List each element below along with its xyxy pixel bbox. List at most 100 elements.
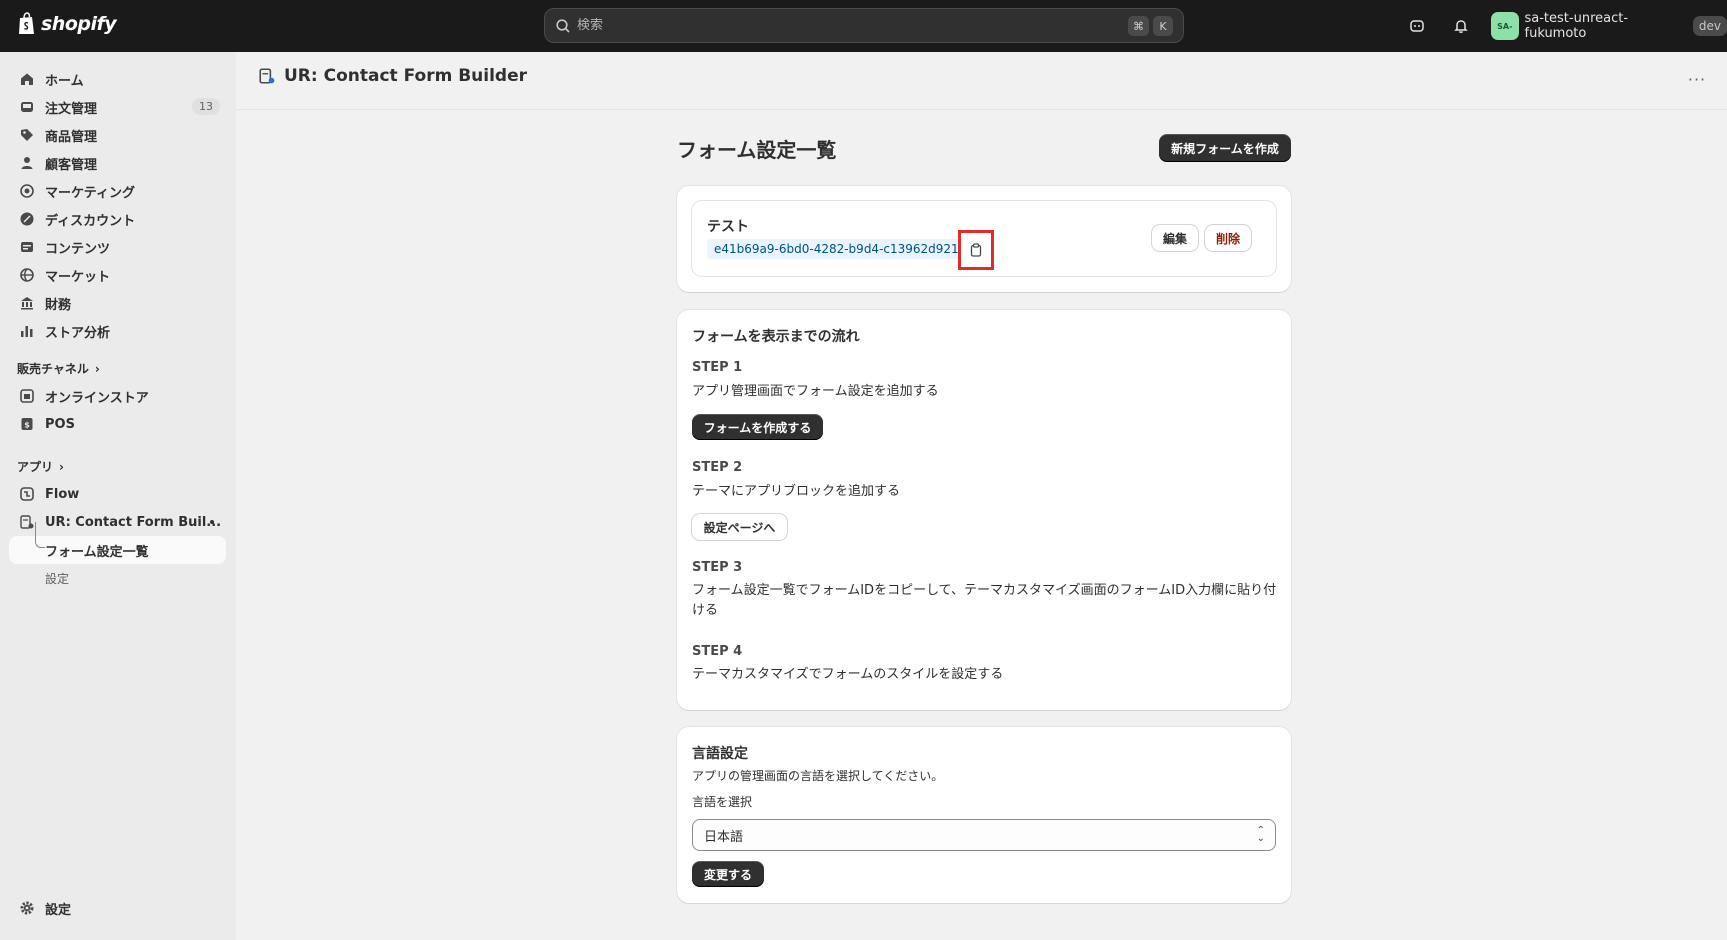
sidebar-subitem-form-list[interactable]: フォーム設定一覧	[9, 522, 226, 564]
sidebar-subitem-label: 設定	[45, 571, 70, 586]
discount-icon	[19, 211, 35, 227]
step4-text: テーマカスタマイズでフォームのスタイルを設定する	[692, 667, 1004, 682]
top-bar: shopify ⌘ K SA- sa-test-unreact-fukumoto…	[0, 0, 1727, 52]
more-actions-icon[interactable]: ···	[1685, 67, 1709, 91]
form-id-chip: e41b69a9-6bd0-4282-b9d4-c13962d921b8	[707, 239, 981, 259]
dev-badge: dev	[1692, 16, 1727, 36]
app-title: UR: Contact Form Builder	[284, 66, 528, 86]
language-description: アプリの管理画面の言語を選択してください。	[692, 769, 944, 783]
language-title: 言語設定	[692, 746, 748, 762]
tag-icon	[19, 127, 35, 143]
sidebar-item-label: 財務	[45, 297, 72, 313]
sidebar-item-customers[interactable]: 顧客管理	[9, 149, 226, 177]
sidebar-item-label: 商品管理	[45, 129, 98, 145]
step2-text: テーマにアプリブロックを追加する	[692, 484, 901, 499]
store-name: sa-test-unreact-fukumoto	[1524, 11, 1629, 41]
sidebar-item-markets[interactable]: マーケット	[9, 261, 226, 289]
bell-icon[interactable]	[1449, 14, 1473, 38]
store-avatar: SA-	[1491, 12, 1519, 40]
sidebar-subitem-label: フォーム設定一覧	[45, 544, 149, 560]
sidebar-item-label: UR: Contact Form Buil...	[45, 514, 222, 530]
store-menu[interactable]: SA- sa-test-unreact-fukumoto dev	[1491, 11, 1727, 41]
settings-page-button[interactable]: 設定ページへ	[692, 514, 787, 540]
sidekick-icon[interactable]	[1405, 14, 1429, 38]
sidebar-subitem-settings[interactable]: 設定	[9, 564, 226, 592]
sidebar-item-pos[interactable]: $ POS	[9, 410, 226, 438]
step3-text: フォーム設定一覧でフォームIDをコピーして、テーマカスタマイズ画面のフォームID…	[692, 583, 1277, 618]
sidebar-item-label: マーケティング	[45, 185, 135, 201]
create-form-button[interactable]: 新規フォームを作成	[1159, 134, 1291, 162]
form-list-card: テスト e41b69a9-6bd0-4282-b9d4-c13962d921b8…	[677, 186, 1291, 292]
sidebar-item-label: ホーム	[45, 73, 84, 89]
chevron-right-icon: ›	[94, 361, 100, 376]
delete-button[interactable]: 削除	[1205, 225, 1251, 251]
sidebar-item-analytics[interactable]: ストア分析	[9, 317, 226, 345]
sidebar: ホーム 注文管理 13 商品管理 顧客管理 マーケティング ディスカウント コン…	[0, 52, 236, 940]
form-app-icon	[259, 68, 275, 84]
active-app-dot	[210, 520, 214, 524]
apps-label: アプリ	[17, 460, 54, 474]
search-input[interactable]	[577, 18, 1097, 33]
step1-text: アプリ管理画面でフォーム設定を追加する	[692, 384, 939, 399]
content-icon	[19, 239, 35, 255]
select-chevrons-icon: ⌃ ⌄	[1256, 825, 1265, 844]
target-icon	[19, 183, 35, 199]
brand-name: shopify	[41, 13, 117, 35]
shortcut-cmd-key: ⌘	[1128, 16, 1149, 36]
clipboard-icon	[970, 243, 982, 257]
sidebar-item-label: 注文管理	[45, 101, 98, 117]
sidebar-item-online-store[interactable]: オンラインストア	[9, 382, 226, 410]
sidebar-item-label: Flow	[45, 486, 80, 502]
sidebar-item-label: ディスカウント	[45, 213, 136, 229]
sidebar-item-label: POS	[45, 416, 75, 432]
app-header: UR: Contact Form Builder	[258, 66, 527, 86]
form-app-icon	[19, 514, 35, 530]
sidebar-item-orders[interactable]: 注文管理 13	[9, 93, 226, 121]
gear-icon	[19, 900, 35, 916]
create-form-step-button[interactable]: フォームを作成する	[692, 414, 823, 440]
language-select[interactable]: 日本語 ⌃ ⌄	[692, 819, 1276, 851]
sidebar-item-marketing[interactable]: マーケティング	[9, 177, 226, 205]
step1-label: STEP 1	[692, 360, 743, 375]
sidebar-item-settings[interactable]: 設定	[9, 894, 226, 922]
sidebar-item-products[interactable]: 商品管理	[9, 121, 226, 149]
page-title: フォーム設定一覧	[677, 138, 837, 162]
sidebar-item-label: ストア分析	[45, 325, 111, 341]
copy-id-button[interactable]	[958, 230, 994, 270]
step2-label: STEP 2	[692, 460, 743, 475]
sales-channels-heading[interactable]: 販売チャネル ›	[17, 360, 100, 377]
language-select-label: 言語を選択	[692, 795, 753, 809]
change-language-button[interactable]: 変更する	[692, 861, 764, 887]
shopify-bag-icon	[19, 12, 34, 34]
divider	[236, 109, 1727, 110]
svg-text:$: $	[24, 421, 30, 430]
sidebar-item-home[interactable]: ホーム	[9, 65, 226, 93]
flow-icon	[19, 486, 35, 502]
sidebar-item-discounts[interactable]: ディスカウント	[9, 205, 226, 233]
sidebar-item-content[interactable]: コンテンツ	[9, 233, 226, 261]
flow-title: フォームを表示までの流れ	[692, 329, 860, 345]
language-card: 言語設定 アプリの管理画面の言語を選択してください。 言語を選択 日本語 ⌃ ⌄ …	[677, 727, 1291, 903]
form-item: テスト e41b69a9-6bd0-4282-b9d4-c13962d921b8…	[692, 201, 1276, 276]
apps-heading[interactable]: アプリ ›	[17, 458, 64, 475]
sidebar-item-flow[interactable]: Flow	[9, 480, 226, 508]
bank-icon	[19, 295, 35, 311]
edit-button[interactable]: 編集	[1152, 225, 1198, 251]
flow-card: フォームを表示までの流れ STEP 1 アプリ管理画面でフォーム設定を追加する …	[677, 310, 1291, 710]
shopify-logo[interactable]: shopify	[17, 12, 117, 36]
form-name: テスト	[707, 219, 749, 235]
orders-count-badge: 13	[192, 98, 220, 115]
settings-label: 設定	[45, 902, 72, 918]
chart-icon	[19, 323, 35, 339]
tree-connector	[35, 522, 45, 548]
sidebar-item-finance[interactable]: 財務	[9, 289, 226, 317]
step4-label: STEP 4	[692, 644, 743, 659]
search-bar[interactable]: ⌘ K	[544, 8, 1184, 43]
language-selected-value: 日本語	[704, 829, 744, 845]
chevron-right-icon: ›	[59, 459, 64, 474]
person-icon	[19, 155, 35, 171]
sidebar-item-label: 顧客管理	[45, 157, 98, 173]
sidebar-item-label: マーケット	[45, 269, 111, 285]
globe-icon	[19, 267, 35, 283]
sales-channels-label: 販売チャネル	[17, 362, 89, 376]
